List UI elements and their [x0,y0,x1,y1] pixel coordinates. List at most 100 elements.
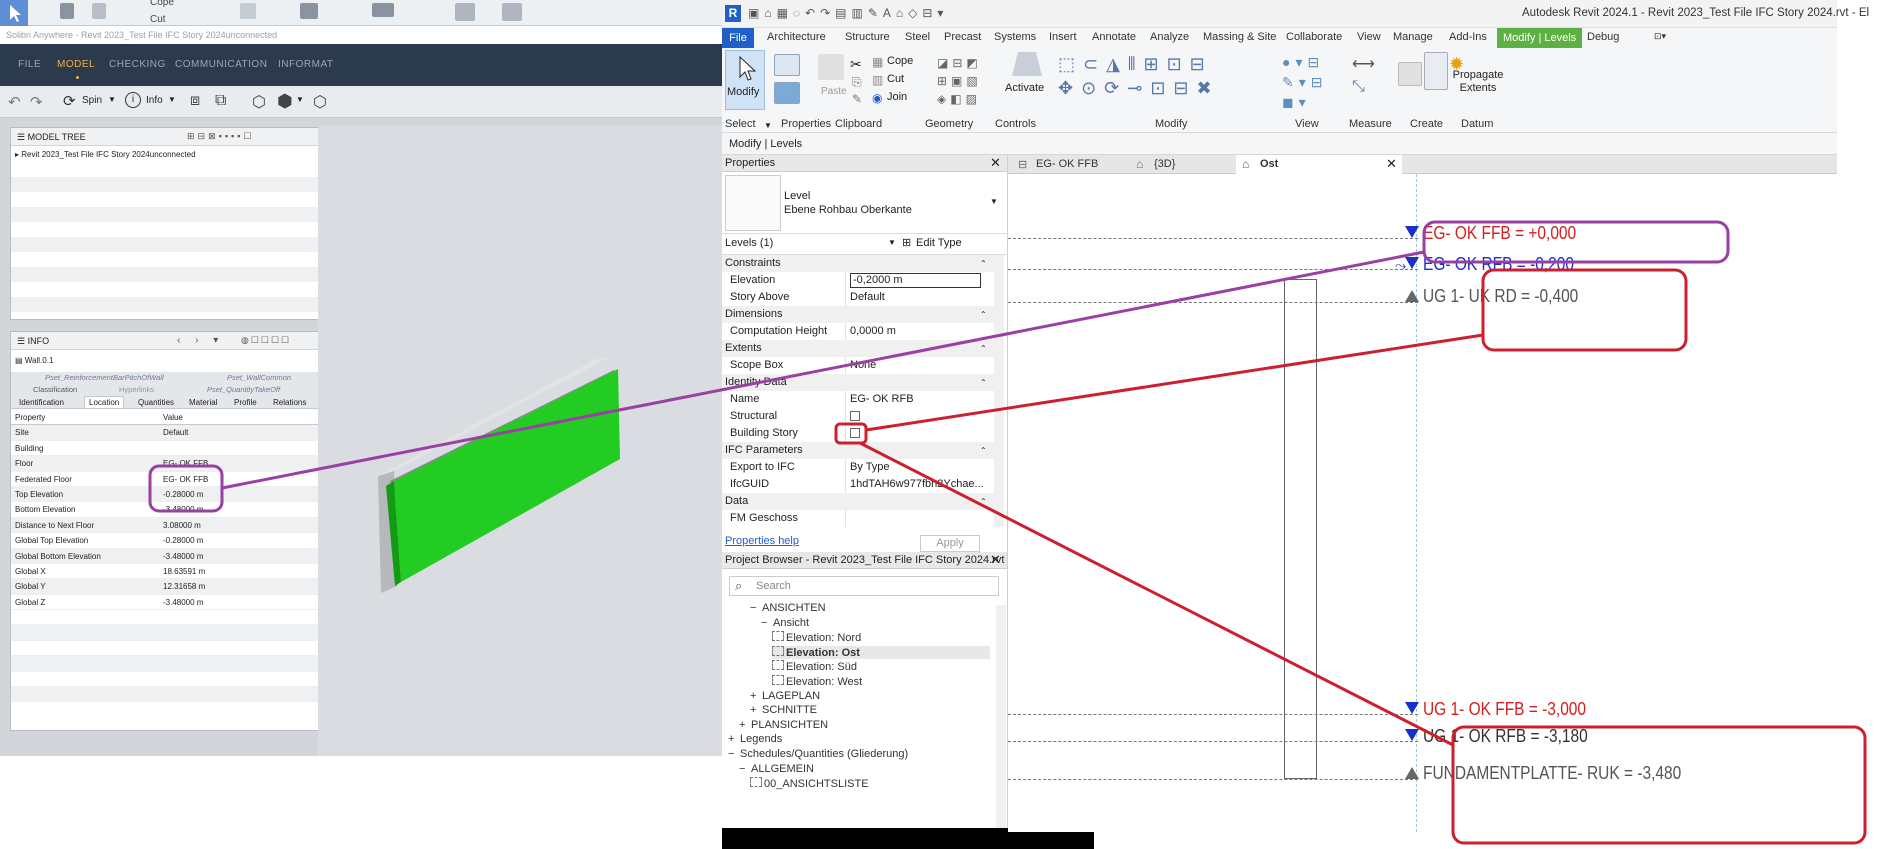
apply-button[interactable]: Apply [920,535,980,552]
collapse-icon[interactable]: − [761,617,773,629]
property-group[interactable]: Extents ⌃ [722,340,1004,357]
table-row[interactable]: Global Bottom Elevation -3.48000 m [11,548,318,564]
measure-icon[interactable]: ⟷ [1352,54,1375,74]
ribbon-options-icon[interactable]: ⊡▾ [1654,31,1666,42]
isolate-icon[interactable]: ⧉ [215,92,226,110]
tab-structure[interactable]: Structure [845,31,890,43]
tab-hyperlinks[interactable]: Hyperlinks [119,385,154,394]
tab-add-ins[interactable]: Add-Ins [1449,31,1487,43]
measure-icon[interactable] [300,3,318,19]
tab-debug[interactable]: Debug [1587,31,1619,43]
tab-file[interactable]: File [722,28,754,48]
type-selector[interactable]: Level Ebene Rohbau Oberkante ▼ [722,172,1008,234]
chevron-down-icon[interactable]: ▼ [888,238,896,247]
level-label-eg-ok-ffb[interactable]: EG- OK FFB = +0,000 [1423,223,1576,244]
tab-pset-wallcommon[interactable]: Pset_WallCommon [227,373,291,382]
match-icon[interactable]: ✎ [852,92,862,106]
tab-annotate[interactable]: Annotate [1092,31,1136,43]
expand-icon[interactable]: + [750,690,762,702]
close-icon[interactable]: ✕ [990,551,1001,568]
info-tools[interactable]: ◍☐☐☐☐ [241,335,291,346]
property-row[interactable]: Computation Height 0,0000 m [722,323,1004,340]
table-row[interactable]: Global Y 12.31658 m [11,579,318,595]
tab-classification[interactable]: Classification [33,385,77,394]
tree-item[interactable]: 00_ANSICHTSLISTE [750,777,990,790]
tab-pset-reinforcement[interactable]: Pset_ReinforcementBarPitchOfWall [45,373,164,382]
tab-view[interactable]: View [1357,31,1381,43]
undo-icon[interactable]: ↶ [8,93,21,111]
tab-massing-site[interactable]: Massing & Site [1203,31,1276,43]
expand-icon[interactable]: + [728,733,740,745]
model-tree-tools[interactable]: ⊞⊟⊠▪▪▪▪☐ [187,131,254,142]
tree-item[interactable]: Elevation: Süd [772,660,990,673]
property-row[interactable]: Building Story [722,425,1004,442]
quick-access-toolbar[interactable]: ▣⌂▦◌↶↷▤▥✎A⌂◇⊟▾ [748,6,948,20]
menu-model[interactable]: MODEL [57,59,95,79]
browser-scrollbar[interactable] [996,605,1006,830]
tree-item[interactable]: + LAGEPLAN [750,690,990,702]
collapse-icon[interactable]: ⌃ [980,374,987,391]
geometry-tools[interactable]: ◪⊟◩ ⊞▣▧ ◈◧▨ [937,54,999,106]
modify-tools[interactable]: ⬚⊂◮⫴⊞⊡⊟ ✥⊙⟳⊸⊡⊟✖ [1058,52,1268,112]
create-assembly-icon[interactable] [1398,62,1422,86]
property-group[interactable]: Constraints ⌃ [722,255,1004,272]
box-icon[interactable]: ⬡ [252,92,266,112]
tree-item[interactable]: − Schedules/Quantities (Gliederung) [728,748,990,760]
table-row[interactable]: Building [11,440,318,457]
paste-label[interactable]: Paste [821,86,847,97]
view-cube-icon[interactable]: ⬢ [277,91,293,112]
table-row[interactable]: Global Z -3.48000 m [11,594,318,611]
copy-icon[interactable] [60,3,74,19]
rotate-icon[interactable] [455,3,475,21]
table-row[interactable]: Bottom Elevation -3.48000 m [11,502,318,518]
level-head-eg-ok-ffb-icon[interactable] [1405,226,1419,238]
property-row[interactable]: Elevation -0,2000 m [722,272,1004,289]
tab-profile[interactable]: Profile [234,398,257,407]
property-group[interactable]: Identity Data ⌃ [722,374,1004,391]
properties-scrollbar[interactable] [994,255,1004,527]
level-label-ug1-ok-rfb[interactable]: UG 1- OK RFB = -3,180 [1423,726,1588,747]
property-row[interactable]: Story Above Default [722,289,1004,306]
modify-button[interactable]: Modify [725,50,765,110]
align-dim-icon[interactable]: ⤡ [1352,78,1365,96]
tree-item[interactable]: Elevation: Ost [772,645,990,659]
create-group-icon[interactable] [1424,52,1448,90]
wall-elevation[interactable] [1284,279,1317,779]
level-head-ug1-uk-rd-icon[interactable] [1405,290,1419,302]
section-box-icon[interactable]: ⬡ [313,92,327,112]
table-row[interactable]: Top Elevation -0.28000 m [11,486,318,503]
property-row[interactable]: Export to IFC By Type [722,459,1004,476]
expand-icon[interactable]: + [750,704,762,716]
collapse-icon[interactable]: − [750,602,762,614]
collapse-icon[interactable]: ⌃ [980,255,987,272]
tab-location[interactable]: Location [84,396,125,408]
level-head-eg-ok-rfb-icon[interactable] [1405,257,1419,269]
chevron-down-icon[interactable]: ▼ [990,197,998,206]
tree-item[interactable]: − ANSICHTEN [750,602,990,614]
properties-help-link[interactable]: Properties help [725,535,799,547]
select-cursor-icon[interactable] [0,0,28,26]
type-properties-icon[interactable] [774,54,800,76]
column-header-property[interactable]: Property [15,410,45,425]
expand-icon[interactable]: + [739,719,751,731]
tab-manage[interactable]: Manage [1393,31,1433,43]
level-label-fundament[interactable]: FUNDAMENTPLATTE- RUK = -3,480 [1423,763,1681,784]
property-row[interactable]: FM Geschoss [722,510,1004,527]
property-group[interactable]: Data ⌃ [722,493,1004,510]
tab-collaborate[interactable]: Collaborate [1286,31,1342,43]
level-head-fundament-icon[interactable] [1405,767,1419,779]
tab-systems[interactable]: Systems [994,31,1036,43]
menu-file[interactable]: FILE [18,59,41,70]
table-row[interactable]: Distance to Next Floor 3.08000 m [11,517,318,534]
close-icon[interactable]: ✕ [1386,156,1397,172]
level-head-ug1-ok-ffb-icon[interactable] [1405,702,1419,714]
copy-clip-icon[interactable]: ⎘ [852,75,862,90]
tab-modify-levels[interactable]: Modify | Levels [1497,28,1583,48]
collapse-icon[interactable]: ⌃ [980,340,987,357]
propagate-extents-button[interactable]: Propagate Extents [1448,69,1508,95]
tab-insert[interactable]: Insert [1049,31,1077,43]
browser-search[interactable]: ⌕ Search [729,576,999,596]
paste-icon[interactable] [818,54,844,80]
tree-item[interactable]: + SCHNITTE [750,704,990,716]
chevron-down-icon[interactable]: ▼ [764,121,772,130]
